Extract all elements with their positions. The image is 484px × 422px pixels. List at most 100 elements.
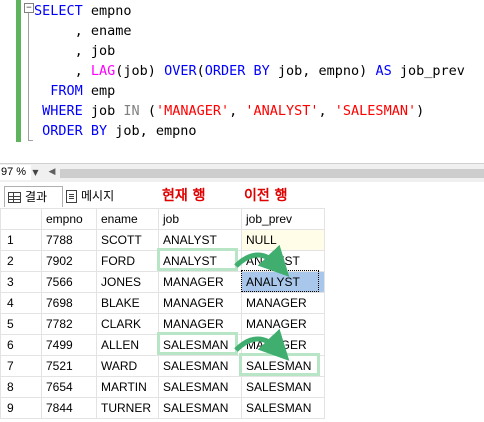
code-token: ORDER BY — [204, 63, 270, 79]
column-header-empno[interactable]: empno — [41, 208, 97, 230]
code-token: , — [34, 63, 91, 79]
scroll-left-icon[interactable]: ◀ — [46, 166, 58, 179]
cell-ename[interactable]: CLARK — [96, 313, 159, 335]
table-row[interactable]: 4 7698 BLAKE MANAGER MANAGER — [0, 292, 325, 314]
column-header-job[interactable]: job — [158, 208, 242, 230]
highlight-box-previous-row-7 — [239, 353, 320, 376]
cell-job-prev[interactable]: SALESMAN — [241, 397, 325, 419]
tab-messages[interactable]: 메시지 — [66, 186, 114, 206]
row-number[interactable]: 5 — [0, 313, 42, 335]
code-token: job, empno — [107, 123, 197, 139]
highlight-box-current-row-6 — [157, 332, 238, 355]
code-line[interactable]: ORDER BY job, empno — [34, 121, 197, 141]
code-line[interactable]: , job — [34, 41, 116, 61]
zoom-scroll-strip: 97 % ▼ ◀ — [0, 163, 484, 183]
tab-results[interactable]: 결과 — [4, 186, 63, 207]
cell-empno[interactable]: 7499 — [41, 334, 97, 356]
message-icon — [66, 189, 77, 203]
code-token: , job — [34, 43, 116, 59]
column-header-job-prev[interactable]: job_prev — [241, 208, 325, 230]
code-token: 'SALESMAN' — [334, 103, 417, 119]
change-indicator-bar — [16, 0, 21, 142]
code-line[interactable]: SELECT empno — [34, 1, 132, 21]
cell-empno[interactable]: 7788 — [41, 229, 97, 251]
cell-job[interactable]: MANAGER — [158, 292, 242, 314]
table-row[interactable]: 8 7654 MARTIN SALESMAN SALESMAN — [0, 376, 325, 398]
annotation-current-row: 현재 행 — [162, 188, 206, 204]
zoom-level[interactable]: 97 % — [0, 165, 31, 180]
cell-ename[interactable]: MARTIN — [96, 376, 159, 398]
code-token: 'MANAGER' — [155, 103, 230, 119]
code-token: FROM — [34, 83, 83, 99]
results-grid[interactable]: empno ename job job_prev 1 7788 SCOTT ANALY… — [0, 208, 484, 422]
cell-empno[interactable]: 7521 — [41, 355, 97, 377]
cell-empno[interactable]: 7782 — [41, 313, 97, 335]
cell-job-prev[interactable]: ANALYST — [241, 250, 325, 272]
cell-ename[interactable]: ALLEN — [96, 334, 159, 356]
code-token: empno — [82, 3, 132, 19]
cell-job-prev[interactable]: NULL — [241, 229, 325, 251]
cell-ename[interactable]: BLAKE — [96, 292, 159, 314]
code-token: AS — [375, 63, 392, 79]
row-number-header[interactable] — [0, 208, 42, 230]
row-number[interactable]: 4 — [0, 292, 42, 314]
column-header-ename[interactable]: ename — [96, 208, 159, 230]
cell-empno[interactable]: 7654 — [41, 376, 97, 398]
code-token: OVER — [164, 63, 197, 79]
code-token: , — [318, 103, 335, 119]
cell-job[interactable]: SALESMAN — [158, 376, 242, 398]
header-row: empno ename job job_prev — [0, 208, 325, 230]
row-number[interactable]: 7 — [0, 355, 42, 377]
row-number[interactable]: 2 — [0, 250, 42, 272]
cell-ename[interactable]: WARD — [96, 355, 159, 377]
results-table: empno ename job job_prev 1 7788 SCOTT ANALY… — [0, 208, 325, 419]
cell-job[interactable]: SALESMAN — [158, 355, 242, 377]
code-token: 'ANALYST' — [245, 103, 319, 119]
tab-messages-label: 메시지 — [81, 189, 115, 203]
code-token: ORDER BY — [34, 123, 108, 139]
table-row[interactable]: 9 7844 TURNER SALESMAN SALESMAN — [0, 397, 325, 419]
code-token: WHERE — [34, 103, 83, 119]
selected-cell-focus — [241, 270, 319, 292]
code-token: job, empno) — [269, 63, 376, 79]
zoom-dropdown-icon[interactable]: ▼ — [29, 166, 42, 179]
collapse-icon[interactable]: − — [24, 3, 34, 13]
highlight-box-current-row-2 — [157, 248, 238, 271]
code-token: LAG — [90, 63, 116, 79]
row-number[interactable]: 6 — [0, 334, 42, 356]
code-token: ( — [139, 103, 156, 119]
fold-guide — [28, 13, 29, 141]
row-number[interactable]: 9 — [0, 397, 42, 419]
fold-guide-end — [28, 140, 33, 141]
cell-job[interactable]: SALESMAN — [158, 397, 242, 419]
cell-ename[interactable]: JONES — [96, 271, 159, 293]
code-token: job_prev — [391, 63, 465, 79]
row-number[interactable]: 1 — [0, 229, 42, 251]
cell-job-prev[interactable]: SALESMAN — [241, 376, 325, 398]
code-line[interactable]: FROM emp — [34, 81, 115, 101]
cell-job-prev[interactable]: MANAGER — [241, 313, 325, 335]
row-number[interactable]: 3 — [0, 271, 42, 293]
code-token: , — [229, 103, 246, 119]
code-line[interactable]: WHERE job IN ('MANAGER', 'ANALYST', 'SAL… — [34, 101, 424, 121]
annotation-previous-row: 이전 행 — [244, 188, 288, 204]
cell-ename[interactable]: FORD — [96, 250, 159, 272]
cell-ename[interactable]: SCOTT — [96, 229, 159, 251]
cell-job-prev[interactable]: MANAGER — [241, 292, 325, 314]
horizontal-scrollbar[interactable] — [60, 169, 484, 178]
code-token: job — [82, 103, 124, 119]
cell-empno[interactable]: 7902 — [41, 250, 97, 272]
cell-empno[interactable]: 7844 — [41, 397, 97, 419]
cell-empno[interactable]: 7566 — [41, 271, 97, 293]
code-line[interactable]: , LAG(job) OVER(ORDER BY job, empno) AS … — [34, 61, 465, 81]
code-token: ( — [196, 63, 205, 79]
cell-ename[interactable]: TURNER — [96, 397, 159, 419]
cell-job[interactable]: MANAGER — [158, 271, 242, 293]
code-token: ) — [416, 103, 425, 119]
cell-empno[interactable]: 7698 — [41, 292, 97, 314]
row-number[interactable]: 8 — [0, 376, 42, 398]
code-line[interactable]: , ename — [34, 21, 132, 41]
editor-margin — [0, 0, 22, 162]
sql-editor[interactable]: − SELECT empno , ename , job , LAG(job) … — [0, 0, 484, 162]
code-token: (job) — [115, 63, 165, 79]
